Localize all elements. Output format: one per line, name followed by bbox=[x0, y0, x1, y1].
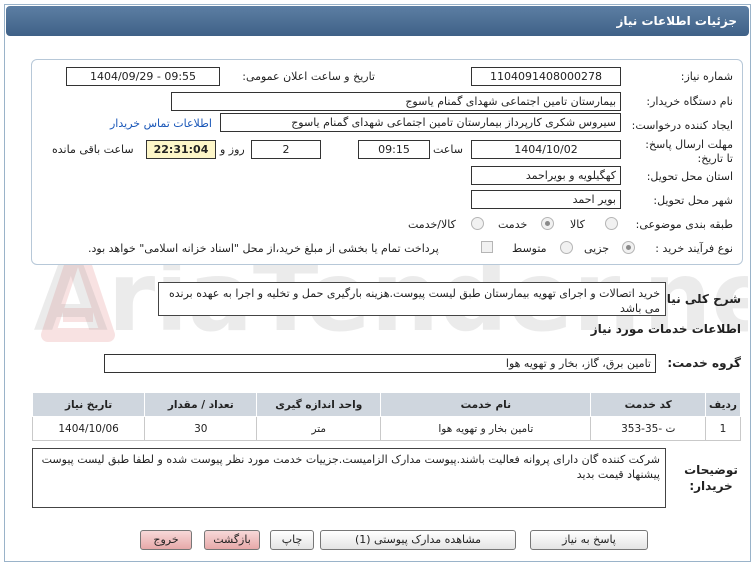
buyer-org-label: نام دستگاه خریدار: bbox=[646, 95, 733, 108]
purchase-radio-minor[interactable] bbox=[622, 241, 635, 254]
reply-button[interactable]: پاسخ به نیاز bbox=[530, 530, 648, 550]
service-group-label: گروه خدمت: bbox=[667, 356, 741, 370]
city-label: شهر محل تحویل: bbox=[653, 194, 733, 207]
service-group-field: تامین برق، گاز، بخار و تهویه هوا bbox=[104, 354, 656, 373]
need-info-panel bbox=[31, 59, 743, 265]
table-row: 1 ت -35-353 تامین بخار و تهویه هوا متر 3… bbox=[31, 416, 742, 441]
buyer-org-field: بیمارستان تامین اجتماعی شهدای گمنام یاسو… bbox=[171, 92, 621, 111]
purchase-medium-label: متوسط bbox=[512, 242, 547, 255]
province-field: کهگیلویه و بویراحمد bbox=[471, 166, 621, 185]
days-remaining-field: 2 bbox=[251, 140, 321, 159]
category-label: طبقه بندی موضوعی: bbox=[635, 218, 733, 231]
services-table-header: ردیف کد خدمت نام خدمت واحد اندازه گیری ت… bbox=[31, 392, 742, 417]
buyer-notes-label: توضیحات خریدار: bbox=[681, 462, 741, 494]
back-button[interactable]: بازگشت bbox=[204, 530, 260, 550]
cell-need-date: 1404/10/06 bbox=[31, 416, 146, 441]
view-attachments-button[interactable]: مشاهده مدارک پیوستی (1) bbox=[320, 530, 516, 550]
category-radio-goods[interactable] bbox=[605, 217, 618, 230]
col-quantity: تعداد / مقدار bbox=[144, 392, 258, 417]
services-table: ردیف کد خدمت نام خدمت واحد اندازه گیری ت… bbox=[31, 392, 742, 441]
remaining-timer: 22:31:04 bbox=[146, 140, 216, 159]
print-button[interactable]: چاپ bbox=[270, 530, 314, 550]
treasury-bonds-checkbox[interactable] bbox=[481, 241, 493, 253]
buyer-notes-text: شرکت کننده گان دارای پروانه فعالیت باشند… bbox=[32, 448, 666, 508]
deadline-label-text: مهلت ارسال پاسخ: تا تاریخ: bbox=[645, 138, 733, 165]
need-number-field: 1104091408000278 bbox=[471, 67, 621, 86]
page-header: جزئیات اطلاعات نیاز bbox=[6, 6, 749, 36]
cell-row: 1 bbox=[704, 416, 742, 441]
col-need-date: تاریخ نیاز bbox=[31, 392, 146, 417]
purchase-type-label: نوع فرآیند خرید : bbox=[655, 242, 733, 255]
days-label: روز و bbox=[220, 143, 245, 156]
cell-unit: متر bbox=[256, 416, 382, 441]
deadline-label: مهلت ارسال پاسخ: تا تاریخ: bbox=[638, 138, 733, 166]
need-number-label: شماره نیاز: bbox=[680, 70, 733, 83]
requester-label: ایجاد کننده درخواست: bbox=[631, 119, 733, 132]
description-text: خرید اتصالات و اجرای تهویه بیمارستان طبق… bbox=[158, 282, 666, 316]
purchase-radio-medium[interactable] bbox=[560, 241, 573, 254]
treasury-bonds-note: پرداخت تمام یا بخشی از مبلغ خرید،از محل … bbox=[88, 242, 439, 255]
col-unit: واحد اندازه گیری bbox=[256, 392, 382, 417]
category-goods-service-label: کالا/خدمت bbox=[408, 218, 456, 231]
exit-button[interactable]: خروج bbox=[140, 530, 192, 550]
col-name: نام خدمت bbox=[380, 392, 592, 417]
purchase-minor-label: جزیی bbox=[584, 242, 610, 255]
page-title: جزئیات اطلاعات نیاز bbox=[616, 14, 737, 28]
col-row: ردیف bbox=[704, 392, 742, 417]
category-goods-label: کالا bbox=[570, 218, 585, 231]
remaining-label: ساعت باقی مانده bbox=[52, 143, 134, 156]
description-label: شرح کلی نیاز: bbox=[655, 292, 741, 306]
deadline-time-label: ساعت bbox=[433, 143, 463, 156]
province-label: استان محل تحویل: bbox=[646, 170, 733, 183]
announce-label: تاریخ و ساعت اعلان عمومی: bbox=[242, 70, 375, 83]
category-radio-service[interactable] bbox=[541, 217, 554, 230]
deadline-time-field: 09:15 bbox=[358, 140, 430, 159]
buyer-contact-link[interactable]: اطلاعات تماس خریدار bbox=[110, 117, 212, 130]
cell-name: تامین بخار و تهویه هوا bbox=[380, 416, 592, 441]
services-section-title: اطلاعات خدمات مورد نیاز bbox=[590, 322, 741, 336]
deadline-date-field: 1404/10/02 bbox=[471, 140, 621, 159]
buyer-notes-label-text: توضیحات خریدار: bbox=[684, 463, 738, 493]
cell-code: ت -35-353 bbox=[590, 416, 706, 441]
announce-datetime-field: 1404/09/29 - 09:55 bbox=[66, 67, 220, 86]
category-radio-goods-service[interactable] bbox=[471, 217, 484, 230]
category-service-label: خدمت bbox=[498, 218, 528, 231]
cell-quantity: 30 bbox=[144, 416, 258, 441]
requester-field: سیروس شکری کارپرداز بیمارستان تامین اجتم… bbox=[220, 113, 621, 132]
city-field: بویر احمد bbox=[471, 190, 621, 209]
col-code: کد خدمت bbox=[590, 392, 706, 417]
